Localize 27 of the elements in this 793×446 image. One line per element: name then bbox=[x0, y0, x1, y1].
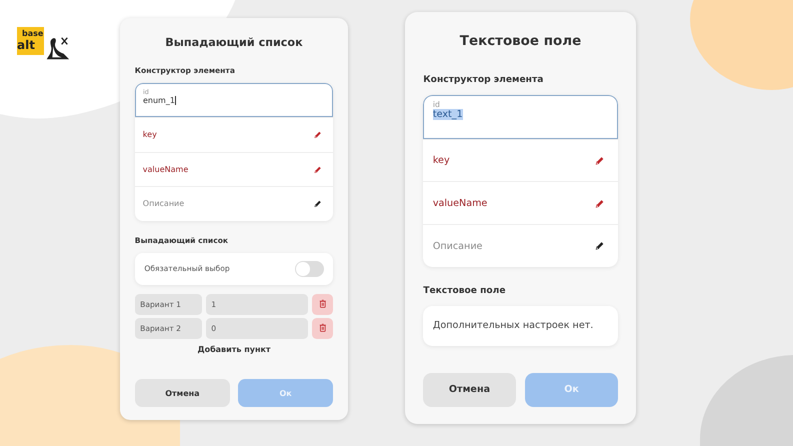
property-row[interactable]: Описание bbox=[134, 186, 334, 221]
pencil-icon[interactable] bbox=[313, 199, 323, 209]
trash-icon bbox=[318, 299, 328, 309]
logo-background bbox=[17, 27, 44, 55]
property-row[interactable]: valueName bbox=[134, 152, 334, 186]
section-label: Конструктор элемента bbox=[423, 74, 544, 85]
text-caret bbox=[174, 96, 176, 106]
field-value: enum_1 bbox=[142, 96, 175, 106]
pencil-icon[interactable] bbox=[594, 240, 606, 252]
delete-button[interactable] bbox=[312, 318, 334, 339]
property-row[interactable]: Описание bbox=[423, 224, 618, 267]
property-row[interactable]: valueName bbox=[423, 181, 618, 224]
property-row[interactable]: key bbox=[134, 116, 334, 152]
dialog-title: Текстовое поле bbox=[458, 34, 582, 48]
toggle-switch[interactable] bbox=[294, 260, 324, 277]
add-item-link[interactable]: Добавить пункт bbox=[134, 344, 334, 354]
section-label: Текстовое поле bbox=[423, 286, 507, 296]
info-message: Дополнительных настроек нет. bbox=[423, 306, 618, 346]
dialog-title: Выпадающий список bbox=[164, 36, 304, 49]
delete-button[interactable] bbox=[312, 294, 334, 315]
property-row[interactable]: key bbox=[423, 138, 618, 182]
cancel-button[interactable]: Отмена bbox=[423, 373, 516, 407]
field-value: text_1 bbox=[432, 109, 463, 120]
trash-icon bbox=[318, 323, 328, 333]
logo-text: base bbox=[22, 30, 44, 38]
logo-text: alt bbox=[17, 39, 35, 51]
cancel-button[interactable]: Отмена bbox=[134, 379, 230, 408]
